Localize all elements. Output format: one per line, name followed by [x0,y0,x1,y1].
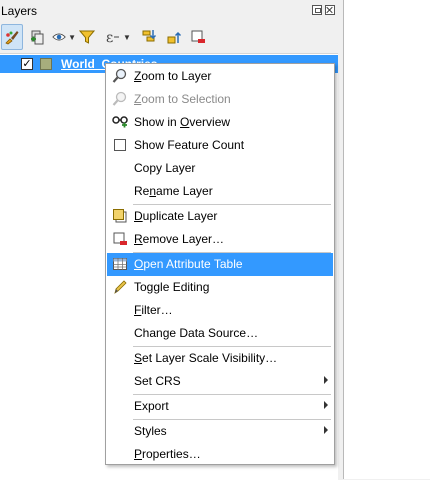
chevron-right-icon [324,401,328,409]
pencil-icon [114,280,127,294]
layer-context-menu: Zoom to Layer Zoom to Selection Show in … [105,63,335,465]
overview-glasses-icon [112,116,128,128]
menu-item-label: Change Data Source… [134,326,259,340]
layer-symbol-swatch [40,58,52,70]
layers-toolbar: ▼ ε ▼ [0,24,341,51]
menu-rename-layer[interactable]: Rename Layer [107,180,333,203]
zoom-icon [112,68,127,83]
close-panel-button[interactable] [325,5,335,15]
chevron-right-icon [324,376,328,384]
menu-item-label: Export [134,399,169,413]
panel-title-bar: Layers [0,0,341,22]
menu-toggle-editing[interactable]: Toggle Editing [107,276,333,299]
menu-item-label: Copy Layer [134,161,196,175]
menu-item-label: Duplicate Layer [134,209,218,223]
menu-item-label: Remove Layer… [134,232,225,246]
menu-item-label: Rename Layer [134,184,213,198]
attribute-table-icon [113,258,127,270]
filter-icon [79,30,95,44]
menu-show-in-overview[interactable]: Show in Overview [107,111,333,134]
menu-item-label: Show Feature Count [134,138,245,152]
menu-item-label: Zoom to Layer [134,69,212,83]
chevron-down-icon: ▼ [123,32,131,42]
menu-remove-layer[interactable]: Remove Layer… [107,228,333,251]
menu-item-label: Properties… [134,447,201,461]
expand-all-button[interactable] [139,24,159,50]
menu-item-label: Set Layer Scale Visibility… [134,351,278,365]
collapse-all-button[interactable] [164,24,184,50]
manage-visibility-button[interactable]: ▼ [52,24,76,50]
menu-item-label: Show in Overview [134,115,231,129]
menu-item-label: Styles [134,424,167,438]
add-group-button[interactable] [27,24,47,50]
menu-export[interactable]: Export [107,395,333,418]
expand-all-icon [142,30,157,42]
menu-item-label: Set CRS [134,374,181,388]
menu-filter[interactable]: Filter… [107,299,333,322]
duplicate-layer-icon [113,209,127,223]
remove-layer-icon [113,232,127,245]
menu-zoom-to-selection[interactable]: Zoom to Selection [107,88,333,111]
menu-item-label: Zoom to Selection [134,92,231,106]
menu-copy-layer[interactable]: Copy Layer [107,157,333,180]
chevron-down-icon: ▼ [68,32,76,42]
paintbrush-icon [5,31,19,45]
menu-item-label: Open Attribute Table [134,257,243,271]
checkbox-icon [114,139,126,151]
menu-change-data-source[interactable]: Change Data Source… [107,322,333,345]
filter-legend-button[interactable] [78,24,96,50]
menu-styles[interactable]: Styles [107,420,333,443]
menu-show-feature-count[interactable]: Show Feature Count [107,134,333,157]
zoom-icon [112,91,127,106]
float-panel-button[interactable] [312,5,322,15]
menu-set-crs[interactable]: Set CRS [107,370,333,393]
layer-visibility-checkbox[interactable]: ✓ [21,58,33,70]
map-canvas-area [343,0,430,479]
menu-item-label: Filter… [134,303,173,317]
eye-icon [52,33,66,41]
style-manager-button[interactable] [1,24,23,50]
filter-expression-button[interactable]: ε ▼ [101,24,135,50]
menu-item-label: Toggle Editing [134,280,210,294]
filter-expression-icon: ε [106,30,120,45]
remove-layer-icon [191,30,205,43]
remove-layer-button[interactable] [188,24,208,50]
menu-zoom-to-layer[interactable]: Zoom to Layer [107,65,333,88]
chevron-right-icon [324,426,328,434]
panel-title: Layers [1,4,38,18]
menu-duplicate-layer[interactable]: Duplicate Layer [107,205,333,228]
menu-set-layer-scale-visibility[interactable]: Set Layer Scale Visibility… [107,347,333,370]
collapse-all-icon [167,31,182,44]
add-group-icon [31,30,44,45]
menu-open-attribute-table[interactable]: Open Attribute Table [107,253,333,276]
svg-text:ε: ε [106,30,113,45]
menu-properties[interactable]: Properties… [107,443,333,466]
